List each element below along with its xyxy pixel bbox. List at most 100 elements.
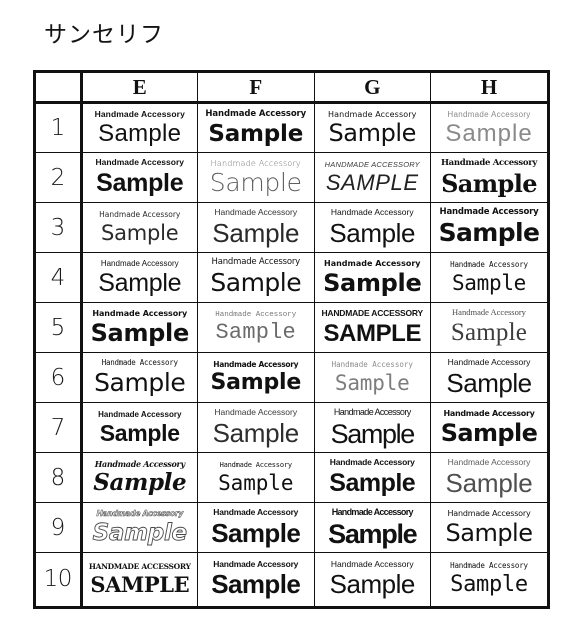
table-row: 4 Handmade Accessory Sample Handmade Acc…	[36, 252, 547, 303]
specimen-cell-3h[interactable]: Handmade Accessory Sample	[430, 202, 547, 253]
specimen-cell-5h[interactable]: Handmade Accessory Sample	[430, 302, 547, 353]
specimen-word: Sample	[450, 572, 528, 598]
specimen-kicker: Handmade Accessory	[211, 257, 301, 268]
specimen-cell-9g[interactable]: Handmade Accessory Sample	[314, 502, 431, 553]
specimen-kicker: Handmade Accessory	[214, 206, 298, 217]
specimen-kicker: Handmade Accessory	[331, 507, 414, 518]
specimen-cell-10e[interactable]: HANDMADE ACCESSORY SAMPLE	[81, 552, 198, 606]
specimen-cell-1h[interactable]: Handmade Accessory Sample	[430, 102, 547, 153]
specimen-cell-5e[interactable]: Handmade Accessory Sample	[81, 302, 198, 353]
specimen-cell-5f[interactable]: Handmade Accessory Sample	[197, 302, 315, 353]
specimen-word: Sample	[211, 569, 301, 600]
specimen-cell-8e[interactable]: Handmade Accessory Sample	[81, 452, 198, 503]
specimen-kicker: Handmade Accessory	[213, 359, 299, 369]
column-header-h: H	[430, 73, 547, 104]
table-row: 7 Handmade Accessory Sample Handmade Acc…	[36, 402, 547, 453]
specimen-word: Sample	[98, 120, 182, 148]
specimen-word: Sample	[93, 469, 187, 497]
specimen-word: Sample	[209, 167, 302, 197]
specimen-word: Sample	[210, 268, 302, 298]
specimen-cell-8f[interactable]: Handmade Accessory Sample	[197, 452, 315, 503]
table-row: 8 Handmade Accessory Sample Handmade Acc…	[36, 452, 547, 503]
specimen-cell-6g[interactable]: Handmade Accessory Sample	[314, 352, 431, 403]
specimen-cell-8g[interactable]: Handmade Accessory Sample	[314, 452, 431, 503]
specimen-kicker: Handmade Accessory	[100, 258, 179, 268]
specimen-cell-6e[interactable]: Handmade Accessory Sample	[81, 352, 198, 403]
row-label-6: 6	[36, 352, 83, 403]
specimen-cell-4g[interactable]: Handmade Accessory Sample	[314, 252, 431, 303]
specimen-kicker: Handmade Accessory	[333, 407, 411, 418]
specimen-word: Sample	[440, 418, 538, 447]
specimen-word: Sample	[210, 370, 302, 396]
table-row: 3 Handmade Accessory Sample Handmade Acc…	[36, 202, 547, 253]
specimen-word: Sample	[96, 169, 184, 198]
specimen-kicker: Handmade Accessory	[96, 509, 184, 519]
specimen-kicker: Handmade Accessory	[440, 158, 538, 169]
specimen-cell-4h[interactable]: Handmade Accessory Sample	[430, 252, 547, 303]
specimen-kicker: Handmade Accessory	[328, 109, 417, 119]
specimen-kicker: Handmade Accessory	[447, 356, 531, 367]
row-label-7: 7	[36, 402, 83, 453]
specimen-cell-7h[interactable]: Handmade Accessory Sample	[430, 402, 547, 453]
specimen-kicker: Handmade Accessory	[331, 360, 413, 370]
specimen-cell-4f[interactable]: Handmade Accessory Sample	[197, 252, 315, 303]
specimen-kicker: Handmade Accessory	[98, 409, 182, 419]
table-row: 1 Handmade Accessory Sample Handmade Acc…	[36, 102, 547, 153]
specimen-kicker: Handmade Accessory	[439, 207, 539, 218]
row-label-2: 2	[36, 152, 83, 203]
specimen-cell-5g[interactable]: HANDMADE ACCESSORY SAMPLE	[314, 302, 431, 353]
specimen-kicker: Handmade Accessory	[329, 457, 415, 468]
specimen-cell-6f[interactable]: Handmade Accessory Sample	[197, 352, 315, 403]
specimen-word: Sample	[99, 420, 180, 447]
specimen-cell-10f[interactable]: Handmade Accessory Sample	[197, 552, 315, 606]
specimen-cell-4e[interactable]: Handmade Accessory Sample	[81, 252, 198, 303]
specimen-word: Sample	[445, 518, 534, 547]
specimen-cell-2e[interactable]: Handmade Accessory Sample	[81, 152, 198, 203]
specimen-cell-9h[interactable]: Handmade Accessory Sample	[430, 502, 547, 553]
specimen-cell-6h[interactable]: Handmade Accessory Sample	[430, 352, 547, 403]
specimen-kicker: Handmade Accessory	[443, 409, 535, 419]
font-specimen-table: E F G H 1 Handmade Accessory Sample Hand…	[33, 70, 550, 609]
row-label-1: 1	[36, 102, 83, 153]
specimen-cell-7g[interactable]: Handmade Accessory Sample	[314, 402, 431, 453]
specimen-word: SAMPLE	[90, 571, 190, 597]
specimen-word: SAMPLE	[325, 170, 419, 196]
specimen-word: Sample	[446, 367, 532, 398]
specimen-cell-3e[interactable]: Handmade Accessory Sample	[81, 202, 198, 253]
specimen-cell-10g[interactable]: Handmade Accessory Sample	[314, 552, 431, 606]
specimen-word: Sample	[445, 467, 533, 498]
specimen-cell-9e[interactable]: Handmade Accessory Sample	[81, 502, 198, 553]
specimen-kicker: Handmade Accessory	[447, 456, 531, 467]
specimen-kicker: Handmade Accessory	[324, 259, 421, 269]
specimen-kicker: Handmade Accessory	[330, 558, 414, 569]
specimen-cell-1e[interactable]: Handmade Accessory Sample	[81, 102, 198, 153]
specimen-kicker: Handmade Accessory	[450, 561, 528, 571]
specimen-word: Sample	[212, 417, 300, 448]
specimen-kicker: Handmade Accessory	[101, 358, 178, 368]
specimen-cell-2f[interactable]: Handmade Accessory Sample	[197, 152, 315, 203]
specimen-cell-7f[interactable]: Handmade Accessory Sample	[197, 402, 315, 453]
specimen-word: Sample	[329, 469, 416, 498]
specimen-word: Sample	[451, 270, 527, 295]
row-label-10: 10	[36, 552, 83, 606]
specimen-cell-1g[interactable]: Handmade Accessory Sample	[314, 102, 431, 153]
specimen-word: Sample	[445, 120, 533, 147]
specimen-word: Sample	[330, 418, 416, 449]
specimen-word: Sample	[323, 268, 422, 297]
specimen-cell-3g[interactable]: Handmade Accessory Sample	[314, 202, 431, 253]
specimen-grid: E F G H 1 Handmade Accessory Sample Hand…	[36, 73, 547, 606]
specimen-word: Sample	[208, 120, 304, 147]
table-body: 1 Handmade Accessory Sample Handmade Acc…	[36, 102, 547, 606]
specimen-cell-2h[interactable]: Handmade Accessory Sample	[430, 152, 547, 203]
specimen-cell-8h[interactable]: Handmade Accessory Sample	[430, 452, 547, 503]
column-header-g: G	[314, 73, 431, 104]
specimen-cell-3f[interactable]: Handmade Accessory Sample	[197, 202, 315, 253]
specimen-kicker: Handmade Accessory	[210, 158, 301, 168]
specimen-cell-10h[interactable]: Handmade Accessory Sample	[430, 552, 547, 606]
specimen-cell-2g[interactable]: HANDMADE ACCESSORY SAMPLE	[314, 152, 431, 203]
specimen-cell-9f[interactable]: Handmade Accessory Sample	[197, 502, 315, 553]
specimen-word: Sample	[438, 218, 540, 248]
specimen-kicker: HANDMADE ACCESSORY	[88, 561, 191, 571]
specimen-cell-1f[interactable]: Handmade Accessory Sample	[197, 102, 315, 153]
specimen-cell-7e[interactable]: Handmade Accessory Sample	[81, 402, 198, 453]
